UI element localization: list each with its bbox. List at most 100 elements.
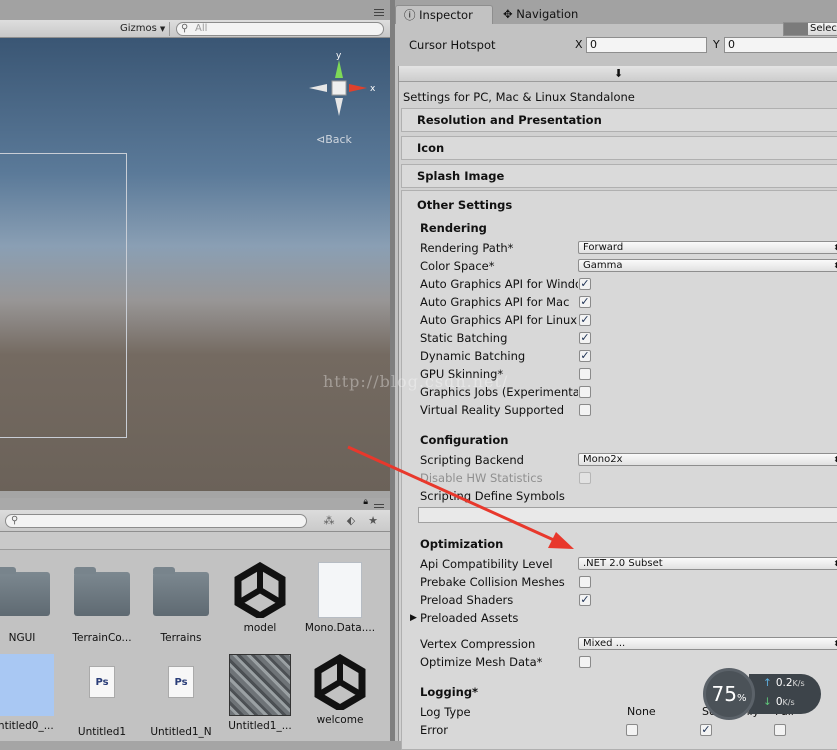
configuration-header: Configuration (420, 433, 509, 447)
download-rate: 0 (775, 696, 783, 708)
platform-download-bar[interactable]: ⬇ (399, 66, 837, 82)
scripting-backend-dropdown[interactable]: Mono2x (578, 453, 837, 466)
vertex-compression-dropdown[interactable]: Mixed ... (578, 637, 837, 650)
player-settings-body: ⬇ Settings for PC, Mac & Linux Standalon… (398, 66, 837, 750)
back-arrow-icon: ⊲ (316, 133, 326, 146)
vr-supported-checkbox[interactable] (579, 404, 591, 416)
folder-icon (153, 567, 209, 616)
asset-item[interactable]: Untitled0_... (0, 654, 62, 732)
asset-label: model (243, 622, 277, 634)
preload-shaders-checkbox[interactable]: ✓ (579, 594, 591, 606)
project-tab-strip: 🔒︎ (0, 497, 390, 511)
asset-item[interactable]: model (220, 561, 300, 634)
auto-graphics-linux-checkbox[interactable]: ✓ (579, 314, 591, 326)
section-splash-image[interactable]: Splash Image (401, 164, 837, 188)
photoshop-file-icon: Ps (168, 666, 194, 698)
tab-inspector[interactable]: ⓘ Inspector (395, 5, 493, 24)
asset-item[interactable]: Mono.Data.... (300, 562, 380, 634)
gpu-skinning-checkbox[interactable] (579, 368, 591, 380)
scene-search-input[interactable]: ⚲ All (176, 22, 384, 36)
scene-viewport[interactable]: y x ⊲Back (0, 38, 390, 491)
section-other-settings[interactable]: Other Settings (417, 198, 512, 212)
auto-graphics-mac-label: Auto Graphics API for Mac (420, 295, 570, 309)
asset-label: welcome (316, 714, 364, 726)
upload-unit: K/s (792, 679, 805, 688)
log-error-scriptonly-radio[interactable]: ✓ (700, 724, 712, 736)
neg-x-axis-cone[interactable] (309, 84, 327, 92)
log-type-label: Log Type (420, 705, 471, 719)
lock-icon[interactable]: 🔒︎ (363, 497, 368, 507)
cursor-hotspot-row: Cursor Hotspot X 0 Y 0 (395, 36, 837, 56)
x-axis-label: x (370, 84, 376, 94)
foldout-arrow-icon[interactable]: ▶ (410, 613, 417, 623)
y-axis-label: y (336, 51, 342, 61)
gizmos-dropdown[interactable]: Gizmos ▼ (116, 22, 171, 36)
asset-item[interactable]: welcome (300, 653, 380, 726)
auto-graphics-windows-checkbox[interactable]: ✓ (579, 278, 591, 290)
optimize-mesh-checkbox[interactable] (579, 656, 591, 668)
select-button[interactable]: Select (783, 22, 837, 36)
optimize-mesh-label: Optimize Mesh Data* (420, 655, 543, 669)
network-speed-widget: ↑ 0.2K/s ↓ 0K/s 75% (703, 668, 821, 720)
rendering-path-label: Rendering Path* (420, 241, 514, 255)
preload-shaders-label: Preload Shaders (420, 593, 514, 607)
asset-item[interactable]: Terrains (141, 562, 221, 644)
asset-label: Untitled1_N (150, 726, 212, 738)
prebake-collision-checkbox[interactable] (579, 576, 591, 588)
asset-label: NGUI (8, 632, 36, 644)
asset-label: Untitled1 (77, 726, 127, 738)
upload-rate: 0.2 (775, 677, 793, 689)
graphics-jobs-checkbox[interactable] (579, 386, 591, 398)
unity-logo-icon (234, 561, 286, 621)
asset-item[interactable]: Untitled1_... (220, 654, 300, 732)
x-axis-cone[interactable] (349, 84, 367, 92)
scene-toolbar: Gizmos ▼ ⚲ All (0, 20, 390, 38)
favorite-star-icon[interactable]: ★ (364, 514, 382, 528)
preloaded-assets-foldout[interactable]: Preloaded Assets (420, 611, 578, 625)
settings-for-label: Settings for PC, Mac & Linux Standalone (403, 90, 635, 104)
asset-item[interactable]: NGUI (0, 562, 62, 644)
neg-y-axis-cone[interactable] (335, 98, 343, 116)
scene-orientation-gizmo[interactable]: y x (305, 50, 380, 120)
back-view-label[interactable]: ⊲Back (316, 133, 352, 146)
download-arrow-icon: ⬇ (613, 67, 624, 80)
info-icon: ⓘ (404, 8, 420, 22)
select-button-label: Select (810, 23, 837, 34)
y-label: Y (713, 38, 720, 51)
search-icon: ⚲ (11, 515, 19, 526)
project-search-input[interactable]: ⚲ (5, 514, 307, 528)
cursor-hotspot-label: Cursor Hotspot (409, 38, 496, 52)
search-icon: ⚲ (181, 23, 189, 34)
tab-inspector-label: Inspector (419, 8, 473, 22)
log-col-none: None (627, 705, 656, 718)
log-error-none-radio[interactable] (626, 724, 638, 736)
tab-navigation[interactable]: ✥ Navigation (495, 5, 586, 24)
asset-item[interactable]: Ps Untitled1 (62, 654, 142, 738)
other-settings-box: Other Settings Rendering Rendering Path*… (401, 190, 837, 750)
cursor-hotspot-y-field[interactable]: 0 (724, 37, 837, 53)
static-batching-checkbox[interactable]: ✓ (579, 332, 591, 344)
scripting-backend-label: Scripting Backend (420, 453, 524, 467)
dynamic-batching-checkbox[interactable]: ✓ (579, 350, 591, 362)
asset-item[interactable]: TerrainCo... (62, 562, 142, 644)
asset-item[interactable]: Ps Untitled1_N (141, 654, 221, 738)
section-icon[interactable]: Icon (401, 136, 837, 160)
memory-usage-unit: % (736, 693, 747, 704)
log-error-full-radio[interactable] (774, 724, 786, 736)
download-arrow-icon: ↓ (763, 696, 772, 708)
unity-logo-icon (314, 653, 366, 713)
rendering-path-dropdown[interactable]: Forward (578, 241, 837, 254)
memory-usage-value: 75 (711, 682, 737, 706)
log-error-label: Error (420, 723, 449, 737)
scene-menu-icon[interactable] (374, 9, 384, 16)
section-resolution[interactable]: Resolution and Presentation (401, 108, 837, 132)
color-space-dropdown[interactable]: Gamma (578, 259, 837, 272)
center-cube[interactable] (331, 80, 347, 96)
search-by-label-icon[interactable]: ⬖ (342, 514, 360, 528)
cursor-hotspot-x-field[interactable]: 0 (586, 37, 707, 53)
y-axis-cone[interactable] (335, 60, 343, 78)
auto-graphics-mac-checkbox[interactable]: ✓ (579, 296, 591, 308)
search-by-type-icon[interactable]: ⁂ (320, 514, 338, 528)
api-compatibility-dropdown[interactable]: .NET 2.0 Subset (578, 557, 837, 570)
define-symbols-input[interactable] (418, 507, 837, 523)
